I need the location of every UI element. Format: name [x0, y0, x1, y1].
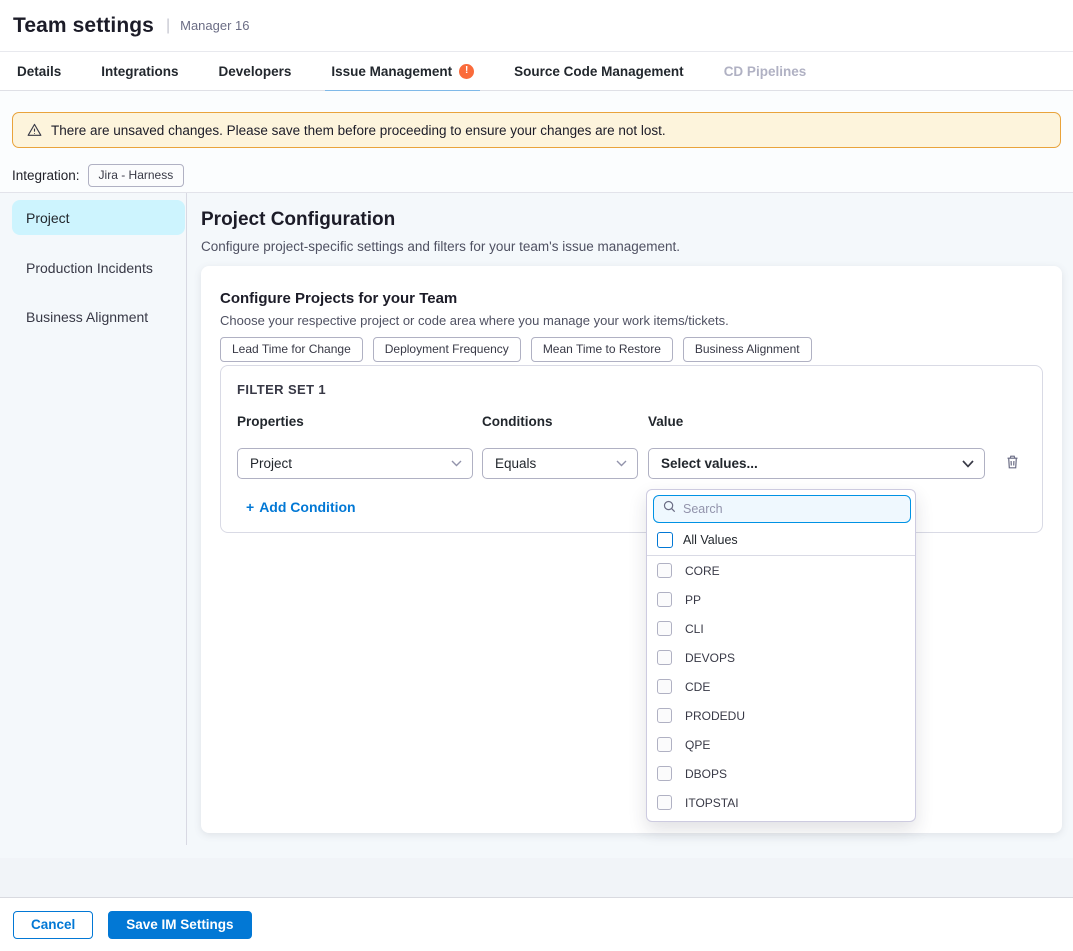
chevron-down-icon: [962, 460, 974, 468]
card-title: Configure Projects for your Team: [220, 290, 457, 307]
sidebar-item-business-alignment[interactable]: Business Alignment: [12, 299, 185, 334]
select-all-label: All Values: [683, 533, 738, 547]
dropdown-option[interactable]: CLI: [647, 614, 915, 643]
tab-developers[interactable]: Developers: [219, 52, 292, 91]
section-subtitle: Configure project-specific settings and …: [201, 239, 680, 254]
metric-chip[interactable]: Business Alignment: [683, 337, 812, 362]
chevron-down-icon: [616, 460, 627, 467]
dropdown-option[interactable]: ITOPSTAI: [647, 788, 915, 817]
sidebar-divider: [186, 193, 187, 845]
page-header: Team settings | Manager 16: [0, 0, 1073, 52]
sidebar-item-production-incidents[interactable]: Production Incidents: [12, 250, 185, 285]
dropdown-option[interactable]: QPE: [647, 730, 915, 759]
checkbox-all-values[interactable]: [657, 532, 673, 548]
option-label: PP: [685, 593, 701, 607]
dropdown-search-box[interactable]: [653, 495, 911, 523]
option-label: CORE: [685, 564, 720, 578]
metric-chip[interactable]: Deployment Frequency: [373, 337, 521, 362]
integration-label: Integration:: [12, 168, 80, 183]
option-label: CLI: [685, 622, 704, 636]
option-checkbox[interactable]: [657, 795, 672, 810]
dropdown-option[interactable]: DEVOPS: [647, 643, 915, 672]
option-label: ITOPSTAI: [685, 796, 739, 810]
option-checkbox[interactable]: [657, 650, 672, 665]
column-label-properties: Properties: [237, 414, 304, 429]
condition-select[interactable]: Equals: [482, 448, 638, 479]
tab-source-code-management[interactable]: Source Code Management: [514, 52, 684, 91]
option-checkbox[interactable]: [657, 563, 672, 578]
integration-chip[interactable]: Jira - Harness: [88, 164, 185, 187]
project-configuration-card: Configure Projects for your Team Choose …: [201, 266, 1062, 833]
value-multiselect[interactable]: Select values...: [648, 448, 985, 479]
team-name-label: Manager 16: [180, 18, 249, 33]
page-title: Team settings: [13, 14, 154, 38]
option-label: CDE: [685, 680, 710, 694]
option-label: DEVOPS: [685, 651, 735, 665]
section-divider: [0, 192, 1073, 193]
warning-triangle-icon: [27, 123, 42, 137]
chevron-down-icon: [451, 460, 462, 467]
dropdown-search-input[interactable]: [683, 502, 901, 516]
option-checkbox[interactable]: [657, 766, 672, 781]
unsaved-changes-banner: There are unsaved changes. Please save t…: [12, 112, 1061, 148]
select-all-option[interactable]: All Values: [647, 528, 915, 552]
option-checkbox[interactable]: [657, 621, 672, 636]
add-condition-button[interactable]: + Add Condition: [246, 499, 356, 515]
metric-chip-list: Lead Time for Change Deployment Frequenc…: [220, 337, 812, 362]
tab-integrations[interactable]: Integrations: [101, 52, 178, 91]
property-select[interactable]: Project: [237, 448, 473, 479]
option-label: DBOPS: [685, 767, 727, 781]
integration-row: Integration: Jira - Harness: [12, 163, 184, 187]
save-im-settings-button[interactable]: Save IM Settings: [108, 911, 251, 939]
dropdown-option[interactable]: PRODEDU: [647, 701, 915, 730]
column-label-value: Value: [648, 414, 683, 429]
dropdown-option[interactable]: CORE: [647, 556, 915, 585]
option-checkbox[interactable]: [657, 679, 672, 694]
title-separator: |: [166, 17, 170, 35]
cancel-button[interactable]: Cancel: [13, 911, 93, 939]
tab-issue-management[interactable]: Issue Management !: [331, 52, 474, 91]
section-title: Project Configuration: [201, 209, 395, 231]
option-label: QPE: [685, 738, 710, 752]
option-checkbox[interactable]: [657, 708, 672, 723]
pre-footer-band: [0, 858, 1073, 897]
footer-action-bar: Cancel Save IM Settings: [0, 897, 1073, 951]
value-dropdown-panel: All Values CORE PP CLI: [646, 489, 916, 822]
option-label: PRODEDU: [685, 709, 745, 723]
tab-details[interactable]: Details: [17, 52, 61, 91]
metric-chip[interactable]: Mean Time to Restore: [531, 337, 673, 362]
delete-filter-button[interactable]: [1001, 452, 1023, 474]
trash-icon: [1005, 454, 1020, 473]
filter-set-title: FILTER SET 1: [237, 382, 326, 397]
dropdown-option-list: CORE PP CLI DEVOPS: [647, 556, 915, 822]
search-icon: [663, 500, 676, 518]
column-label-conditions: Conditions: [482, 414, 553, 429]
sidebar-item-project[interactable]: Project: [12, 200, 185, 235]
dropdown-option[interactable]: DBOPS: [647, 759, 915, 788]
dropdown-option[interactable]: PIPE: [647, 817, 915, 822]
settings-tab-bar: Details Integrations Developers Issue Ma…: [0, 52, 1073, 91]
option-checkbox[interactable]: [657, 737, 672, 752]
tab-cd-pipelines: CD Pipelines: [724, 52, 807, 91]
metric-chip[interactable]: Lead Time for Change: [220, 337, 363, 362]
banner-text: There are unsaved changes. Please save t…: [51, 123, 666, 138]
team-settings-page: Team settings | Manager 16 Details Integ…: [0, 0, 1073, 951]
filter-set-panel: FILTER SET 1 Properties Conditions Value…: [220, 365, 1043, 533]
alert-badge-icon: !: [459, 64, 474, 79]
option-checkbox[interactable]: [657, 592, 672, 607]
plus-icon: +: [246, 499, 254, 515]
card-subtitle: Choose your respective project or code a…: [220, 313, 729, 328]
dropdown-option[interactable]: PP: [647, 585, 915, 614]
dropdown-option[interactable]: CDE: [647, 672, 915, 701]
